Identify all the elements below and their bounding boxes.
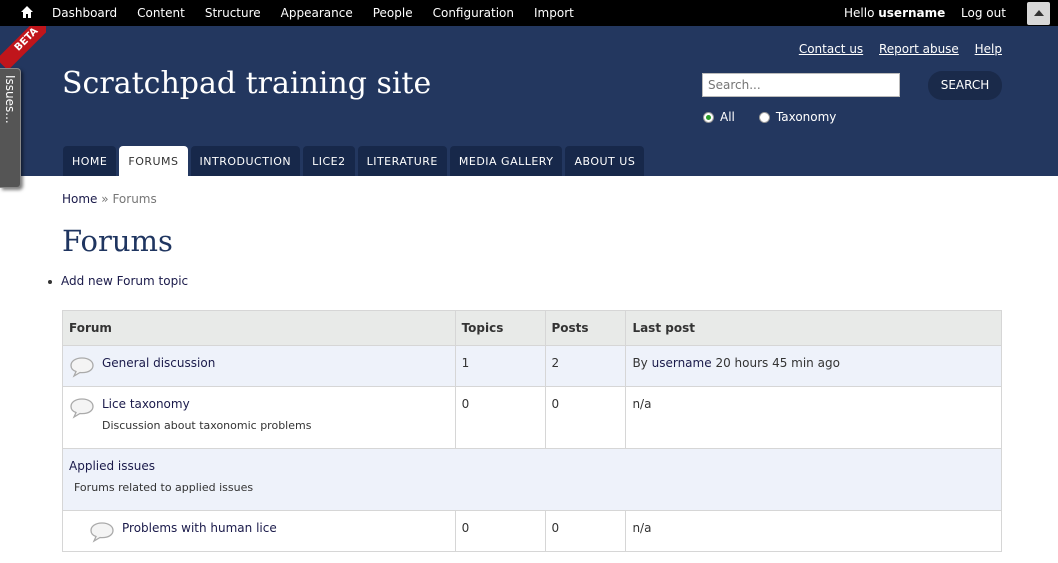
breadcrumb-current: Forums <box>112 192 157 206</box>
topics-count: 0 <box>454 510 546 552</box>
header-last-post: Last post <box>625 310 1002 346</box>
tab-about-us[interactable]: ABOUT US <box>565 146 645 176</box>
toolbar-username[interactable]: username <box>878 6 945 20</box>
table-header-row: Forum Topics Posts Last post <box>62 310 1002 346</box>
search-scope: All Taxonomy <box>703 110 860 124</box>
tab-forums[interactable]: FORUMS <box>119 146 188 176</box>
table-row: General discussion 1 2 By username 20 ho… <box>62 345 1002 387</box>
breadcrumb: Home » Forums <box>62 192 157 206</box>
tab-lice2[interactable]: LICE2 <box>303 146 355 176</box>
posts-count: 0 <box>544 510 627 552</box>
admin-toolbar: Dashboard Content Structure Appearance P… <box>0 0 1058 26</box>
main-nav: HOME FORUMS INTRODUCTION LICE2 LITERATUR… <box>63 146 647 176</box>
contact-us-link[interactable]: Contact us <box>799 42 863 56</box>
last-post: By username 20 hours 45 min ago <box>625 345 1002 387</box>
issues-tab[interactable]: Issues... <box>0 68 21 188</box>
radio-taxonomy-label: Taxonomy <box>775 110 837 124</box>
add-forum-topic-link[interactable]: Add new Forum topic <box>61 274 188 288</box>
secondary-links: Contact us Report abuse Help <box>787 42 1002 56</box>
breadcrumb-home[interactable]: Home <box>62 192 97 206</box>
search-input[interactable] <box>702 73 900 97</box>
toolbar-menu: Dashboard Content Structure Appearance P… <box>52 0 594 26</box>
toolbar-people[interactable]: People <box>373 6 413 20</box>
forum-description: Forums related to applied issues <box>74 481 254 494</box>
logout-link[interactable]: Log out <box>961 6 1006 20</box>
forum-bubble-icon <box>70 357 94 378</box>
header-posts: Posts <box>544 310 627 346</box>
tab-introduction[interactable]: INTRODUCTION <box>190 146 301 176</box>
toolbar-dashboard[interactable]: Dashboard <box>52 6 117 20</box>
bullet-icon <box>48 279 52 284</box>
home-icon[interactable] <box>20 4 34 20</box>
toolbar-import[interactable]: Import <box>534 6 574 20</box>
last-post-user-link[interactable]: username <box>652 356 712 370</box>
toolbar-appearance[interactable]: Appearance <box>281 6 353 20</box>
radio-all[interactable] <box>703 111 714 123</box>
header-forum: Forum <box>62 310 456 346</box>
radio-all-label: All <box>720 110 735 124</box>
page-title: Forums <box>62 224 173 258</box>
forum-link-general-discussion[interactable]: General discussion <box>102 356 215 370</box>
action-links: Add new Forum topic <box>48 274 188 288</box>
last-post: n/a <box>625 386 1002 449</box>
posts-count: 0 <box>544 386 627 449</box>
last-post: n/a <box>625 510 1002 552</box>
topics-count: 0 <box>454 386 546 449</box>
tab-media-gallery[interactable]: MEDIA GALLERY <box>449 146 563 176</box>
radio-taxonomy[interactable] <box>758 111 770 123</box>
toolbar-structure[interactable]: Structure <box>205 6 261 20</box>
topics-count: 1 <box>454 345 546 387</box>
table-row: Lice taxonomy Discussion about taxonomic… <box>62 386 1002 449</box>
toolbar-content[interactable]: Content <box>137 6 185 20</box>
site-title[interactable]: Scratchpad training site <box>62 66 431 101</box>
forum-table: Forum Topics Posts Last post General dis… <box>62 310 1002 552</box>
beta-ribbon: BETA <box>0 26 46 72</box>
search-button[interactable]: SEARCH <box>928 71 1002 100</box>
header-topics: Topics <box>454 310 546 346</box>
forum-link-problems-with-human-lice[interactable]: Problems with human lice <box>122 521 277 535</box>
forum-link-applied-issues[interactable]: Applied issues <box>69 459 155 473</box>
toolbar-toggle-button[interactable] <box>1027 2 1050 25</box>
help-link[interactable]: Help <box>975 42 1002 56</box>
table-row: Problems with human lice 0 0 n/a <box>62 510 1002 552</box>
forum-container-row: Applied issues Forums related to applied… <box>62 448 1002 511</box>
forum-link-lice-taxonomy[interactable]: Lice taxonomy <box>102 397 190 411</box>
forum-bubble-icon <box>70 398 94 419</box>
tab-home[interactable]: HOME <box>63 146 117 176</box>
toolbar-configuration[interactable]: Configuration <box>433 6 514 20</box>
forum-bubble-icon <box>90 522 114 543</box>
report-abuse-link[interactable]: Report abuse <box>879 42 959 56</box>
forum-description: Discussion about taxonomic problems <box>102 419 312 432</box>
tab-literature[interactable]: LITERATURE <box>357 146 447 176</box>
user-greeting: Hello username <box>844 6 946 20</box>
posts-count: 2 <box>544 345 627 387</box>
